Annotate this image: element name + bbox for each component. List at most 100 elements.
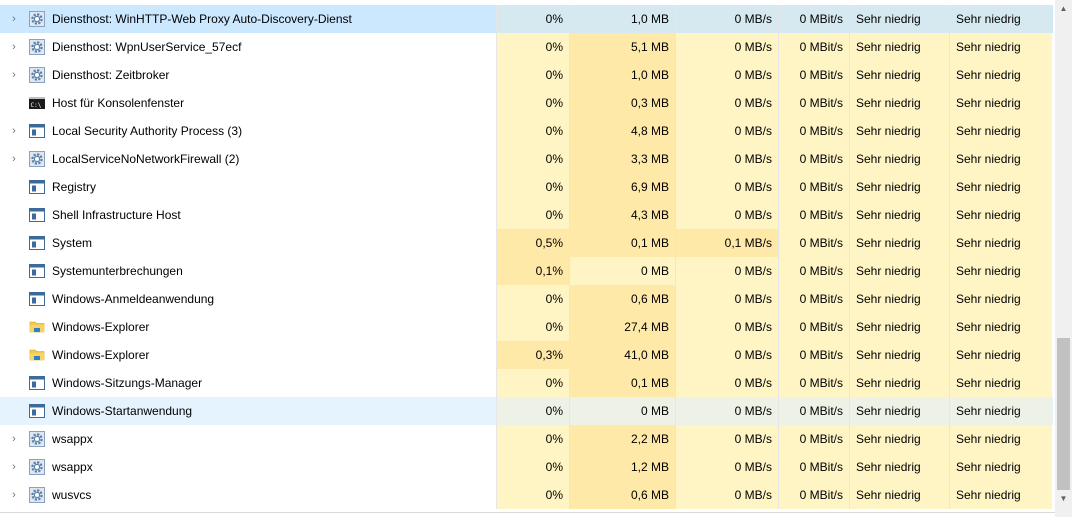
power-usage-cell: Sehr niedrig xyxy=(850,173,950,201)
power-trend-cell: Sehr niedrig xyxy=(950,117,1052,145)
memory-cell: 1,2 MB xyxy=(570,453,676,481)
disk-cell: 0,1 MB/s xyxy=(676,229,779,257)
network-cell: 0 MBit/s xyxy=(779,145,850,173)
process-row[interactable]: ›Systemunterbrechungen0,1%0 MB0 MB/s0 MB… xyxy=(0,257,1053,285)
process-name-cell[interactable]: ›System xyxy=(0,229,497,257)
network-cell: 0 MBit/s xyxy=(779,453,850,481)
expand-chevron-icon[interactable]: › xyxy=(7,13,21,25)
memory-cell: 0 MB xyxy=(570,397,676,425)
memory-cell: 41,0 MB xyxy=(570,341,676,369)
scroll-up-arrow-icon[interactable]: ▲ xyxy=(1055,0,1072,17)
process-name-cell[interactable]: ›Windows-Startanwendung xyxy=(0,397,497,425)
process-row[interactable]: ›Shell Infrastructure Host0%4,3 MB0 MB/s… xyxy=(0,201,1053,229)
power-trend-cell: Sehr niedrig xyxy=(950,453,1052,481)
network-cell: 0 MBit/s xyxy=(779,5,850,33)
power-trend-cell: Sehr niedrig xyxy=(950,229,1052,257)
expand-chevron-icon[interactable]: › xyxy=(7,461,21,473)
process-name-cell[interactable]: › Diensthost: Zeitbroker xyxy=(0,61,497,89)
power-usage-cell: Sehr niedrig xyxy=(850,285,950,313)
process-name: Diensthost: WinHTTP-Web Proxy Auto-Disco… xyxy=(52,12,352,26)
disk-cell: 0 MB/s xyxy=(676,313,779,341)
power-usage-cell: Sehr niedrig xyxy=(850,201,950,229)
disk-cell: 0 MB/s xyxy=(676,201,779,229)
process-name: Windows-Sitzungs-Manager xyxy=(52,376,203,390)
process-row[interactable]: ›Windows-Anmeldeanwendung0%0,6 MB0 MB/s0… xyxy=(0,285,1053,313)
process-name: System xyxy=(52,236,93,250)
network-cell: 0 MBit/s xyxy=(779,369,850,397)
folder-icon xyxy=(29,347,45,363)
expand-chevron-icon[interactable]: › xyxy=(7,153,21,165)
power-usage-cell: Sehr niedrig xyxy=(850,453,950,481)
memory-cell: 0,1 MB xyxy=(570,229,676,257)
expand-chevron-icon[interactable]: › xyxy=(7,125,21,137)
process-row[interactable]: ›Windows-Sitzungs-Manager0%0,1 MB0 MB/s0… xyxy=(0,369,1053,397)
gear-icon xyxy=(29,431,45,447)
expand-chevron-icon[interactable]: › xyxy=(7,433,21,445)
process-row[interactable]: ›Registry0%6,9 MB0 MB/s0 MBit/sSehr nied… xyxy=(0,173,1053,201)
process-row[interactable]: ›Windows-Explorer0,3%41,0 MB0 MB/s0 MBit… xyxy=(0,341,1053,369)
process-name-cell[interactable]: › wusvcs xyxy=(0,481,497,509)
process-name-cell[interactable]: ›C:\Host für Konsolenfenster xyxy=(0,89,497,117)
process-row[interactable]: › wsappx 0% 1,2 MB 0 MB/s 0 MBit/s Sehr niedri… xyxy=(0,453,1053,481)
cpu-cell: 0% xyxy=(497,313,570,341)
process-name-cell[interactable]: ›Registry xyxy=(0,173,497,201)
power-usage-cell: Sehr niedrig xyxy=(850,313,950,341)
process-row[interactable]: › Diensthost: WinHTTP-Web Proxy Auto-Disc… xyxy=(0,5,1053,33)
network-cell: 0 MBit/s xyxy=(779,397,850,425)
process-row[interactable]: ›C:\Host für Konsolenfenster0%0,3 MB0 MB… xyxy=(0,89,1053,117)
process-name-cell[interactable]: ›Windows-Anmeldeanwendung xyxy=(0,285,497,313)
cpu-cell: 0% xyxy=(497,201,570,229)
memory-cell: 1,0 MB xyxy=(570,5,676,33)
process-row[interactable]: › Local Security Authority Process (3) 0% 4… xyxy=(0,117,1053,145)
process-row[interactable]: › Diensthost: WpnUserService_57ecf 0% 5,1 M… xyxy=(0,33,1053,61)
power-usage-cell: Sehr niedrig xyxy=(850,369,950,397)
process-name-cell[interactable]: › wsappx xyxy=(0,425,497,453)
process-name-cell[interactable]: › Local Security Authority Process (3) xyxy=(0,117,497,145)
scroll-thumb[interactable] xyxy=(1057,338,1070,490)
power-trend-cell: Sehr niedrig xyxy=(950,285,1052,313)
network-cell: 0 MBit/s xyxy=(779,117,850,145)
process-row[interactable]: ›Windows-Startanwendung0%0 MB0 MB/s0 MBi… xyxy=(0,397,1053,425)
power-trend-cell: Sehr niedrig xyxy=(950,145,1052,173)
process-name-cell[interactable]: ›Shell Infrastructure Host xyxy=(0,201,497,229)
memory-cell: 0,1 MB xyxy=(570,369,676,397)
disk-cell: 0 MB/s xyxy=(676,425,779,453)
process-name-cell[interactable]: › LocalServiceNoNetworkFirewall (2) xyxy=(0,145,497,173)
process-name-cell[interactable]: ›Windows-Explorer xyxy=(0,341,497,369)
disk-cell: 0 MB/s xyxy=(676,5,779,33)
disk-cell: 0 MB/s xyxy=(676,341,779,369)
power-trend-cell: Sehr niedrig xyxy=(950,397,1052,425)
process-row[interactable]: ›Windows-Explorer0%27,4 MB0 MB/s0 MBit/s… xyxy=(0,313,1053,341)
process-name-cell[interactable]: ›Systemunterbrechungen xyxy=(0,257,497,285)
process-name-cell[interactable]: ›Windows-Sitzungs-Manager xyxy=(0,369,497,397)
process-row[interactable]: ›System0,5%0,1 MB0,1 MB/s0 MBit/sSehr ni… xyxy=(0,229,1053,257)
vertical-scrollbar[interactable]: ▲ ▼ xyxy=(1055,0,1072,517)
power-trend-cell: Sehr niedrig xyxy=(950,201,1052,229)
process-name-cell[interactable]: › Diensthost: WpnUserService_57ecf xyxy=(0,33,497,61)
power-trend-cell: Sehr niedrig xyxy=(950,341,1052,369)
memory-cell: 2,2 MB xyxy=(570,425,676,453)
process-name-cell[interactable]: › wsappx xyxy=(0,453,497,481)
process-row[interactable]: › Diensthost: Zeitbroker 0% 1,0 MB 0 MB/s 0 M… xyxy=(0,61,1053,89)
power-usage-cell: Sehr niedrig xyxy=(850,481,950,509)
process-row[interactable]: › LocalServiceNoNetworkFirewall (2) 0% 3,3 … xyxy=(0,145,1053,173)
power-usage-cell: Sehr niedrig xyxy=(850,89,950,117)
cpu-cell: 0% xyxy=(497,397,570,425)
process-name-cell[interactable]: › Diensthost: WinHTTP-Web Proxy Auto-Disc… xyxy=(0,5,497,33)
power-trend-cell: Sehr niedrig xyxy=(950,5,1052,33)
disk-cell: 0 MB/s xyxy=(676,89,779,117)
expand-chevron-icon[interactable]: › xyxy=(7,69,21,81)
memory-cell: 27,4 MB xyxy=(570,313,676,341)
scroll-down-arrow-icon[interactable]: ▼ xyxy=(1055,490,1072,507)
cpu-cell: 0% xyxy=(497,453,570,481)
network-cell: 0 MBit/s xyxy=(779,61,850,89)
process-name: Local Security Authority Process (3) xyxy=(52,124,243,138)
process-row[interactable]: › wsappx 0% 2,2 MB 0 MB/s 0 MBit/s Sehr niedri… xyxy=(0,425,1053,453)
process-name-cell[interactable]: ›Windows-Explorer xyxy=(0,313,497,341)
process-name: Host für Konsolenfenster xyxy=(52,96,185,110)
list-bottom-border xyxy=(0,512,1055,513)
cpu-cell: 0% xyxy=(497,89,570,117)
expand-chevron-icon[interactable]: › xyxy=(7,489,21,501)
process-row[interactable]: › wusvcs 0% 0,6 MB 0 MB/s 0 MBit/s Sehr niedri… xyxy=(0,481,1053,509)
expand-chevron-icon[interactable]: › xyxy=(7,41,21,53)
